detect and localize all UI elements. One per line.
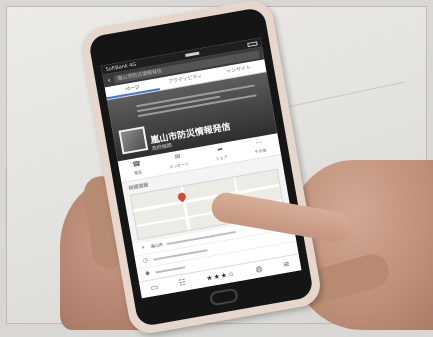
info-text-line — [155, 266, 186, 274]
phone-screen: SoftBank 4G ‹ 嵐山市防災情報発信 ページ アクティビティ インサイ… — [100, 37, 302, 299]
profile-picture[interactable] — [118, 126, 149, 155]
clock-icon: ◷ — [142, 256, 149, 265]
action-label: その他 — [254, 147, 267, 155]
signal-icon — [184, 51, 199, 58]
more-icon: ⋯ — [254, 138, 264, 148]
share-button[interactable]: ➦ シェア — [214, 145, 229, 165]
share-icon: ➦ — [216, 144, 224, 154]
rating-stars: ★★★☆ — [205, 269, 236, 283]
home-icon[interactable]: ▭ — [150, 282, 159, 292]
more-button[interactable]: ⋯ その他 — [253, 138, 268, 159]
back-arrow-icon[interactable]: ‹ — [107, 75, 112, 84]
action-label: シェア — [215, 154, 229, 162]
home-button[interactable] — [208, 287, 239, 307]
phone-icon: ☎ — [131, 159, 142, 169]
action-label: 電話 — [133, 169, 143, 176]
action-label: メッセージ — [168, 161, 190, 170]
category-icon: ◆ — [144, 269, 151, 278]
message-icon: ✉ — [173, 152, 182, 162]
location-pin-icon: ⌖ — [140, 244, 146, 252]
info-text: 嵐山市 — [150, 241, 164, 249]
message-button[interactable]: ✉ メッセージ — [167, 152, 190, 173]
photo-frame: SoftBank 4G ‹ 嵐山市防災情報発信 ページ アクティビティ インサイ… — [0, 0, 433, 337]
globe-icon[interactable]: ◍ — [255, 264, 263, 274]
page-title: 嵐山市防災情報発信 — [149, 122, 232, 147]
friends-icon[interactable]: ☷ — [178, 277, 187, 287]
call-button[interactable]: ☎ 電話 — [131, 159, 144, 179]
menu-icon[interactable]: ≡ — [282, 259, 290, 269]
cover-line — [138, 94, 257, 118]
battery-icon — [247, 40, 258, 47]
